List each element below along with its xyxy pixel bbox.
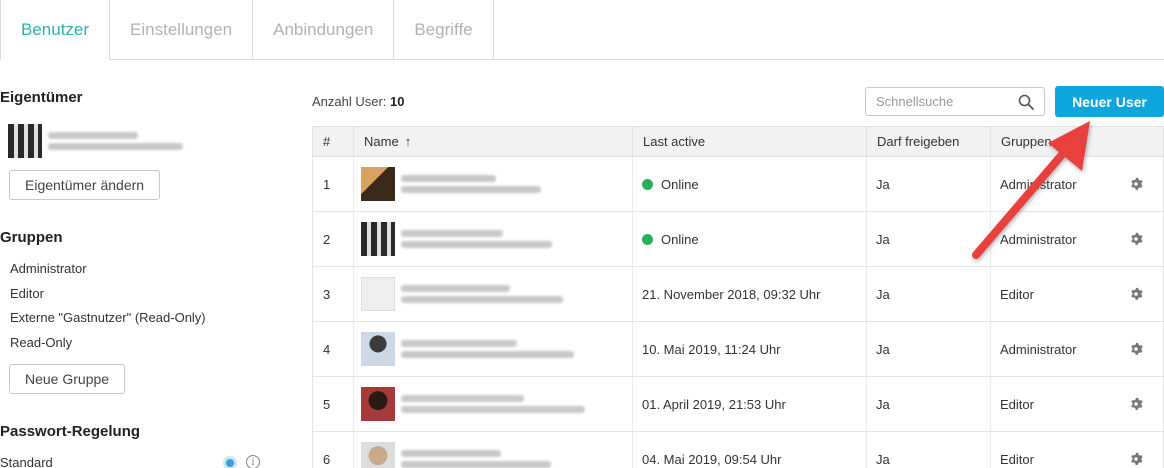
online-status-icon xyxy=(642,178,653,190)
sidebar: Eigentümer Eigentümer ändern Gruppen Adm… xyxy=(0,60,280,468)
user-cell[interactable] xyxy=(361,377,585,431)
user-details-blurred xyxy=(401,226,552,252)
last-active-cell: 01. April 2019, 21:53 Uhr xyxy=(642,377,786,431)
group-item-editor[interactable]: Editor xyxy=(10,286,44,301)
row-number: 6 xyxy=(323,451,331,467)
last-active-text: 21. November 2018, 09:32 Uhr xyxy=(642,286,821,302)
tab-anbindungen[interactable]: Anbindungen xyxy=(253,0,395,60)
user-cell[interactable] xyxy=(361,432,551,468)
user-avatar xyxy=(361,442,395,468)
user-cell[interactable] xyxy=(361,212,552,266)
table-row[interactable]: 5 01. April 2019, 21:53 Uhr Ja Editor xyxy=(312,377,1164,432)
group-item-administrator[interactable]: Administrator xyxy=(10,261,87,276)
users-table: # Name ↑ Last active Darf freigeben Grup… xyxy=(312,126,1164,468)
row-number: 5 xyxy=(323,396,331,412)
last-active-text: 04. Mai 2019, 09:54 Uhr xyxy=(642,451,782,467)
new-user-button[interactable]: Neuer User xyxy=(1055,86,1164,117)
group-item-read-only[interactable]: Read-Only xyxy=(10,335,72,350)
user-details-blurred xyxy=(401,336,574,362)
share-permission: Ja xyxy=(876,286,890,302)
last-active-text: Online xyxy=(661,176,699,192)
user-count-value: 10 xyxy=(390,94,405,109)
header-num: # xyxy=(313,127,354,156)
user-count: Anzahl User: 10 xyxy=(312,94,405,109)
change-owner-button[interactable]: Eigentümer ändern xyxy=(9,170,161,200)
gear-icon[interactable] xyxy=(1129,342,1143,356)
gear-icon[interactable] xyxy=(1129,232,1143,246)
header-share[interactable]: Darf freigeben xyxy=(867,127,991,156)
row-number: 1 xyxy=(323,176,331,192)
user-cell[interactable] xyxy=(361,322,574,376)
user-group: Editor xyxy=(1000,396,1034,412)
user-group: Administrator xyxy=(1000,176,1077,192)
row-number: 3 xyxy=(323,286,331,302)
user-group: Administrator xyxy=(1000,341,1077,357)
header-groups[interactable]: Gruppen xyxy=(991,127,1163,156)
user-avatar xyxy=(361,277,395,311)
share-permission: Ja xyxy=(876,341,890,357)
last-active-text: 10. Mai 2019, 11:24 Uhr xyxy=(642,341,781,357)
owner-title: Eigentümer xyxy=(0,89,83,106)
table-row[interactable]: 6 04. Mai 2019, 09:54 Uhr Ja Editor xyxy=(312,432,1164,468)
user-details-blurred xyxy=(401,391,585,417)
user-group: Administrator xyxy=(1000,231,1077,247)
last-active-cell: 21. November 2018, 09:32 Uhr xyxy=(642,267,821,321)
info-icon[interactable]: i xyxy=(246,455,260,468)
user-details-blurred xyxy=(401,446,551,468)
share-permission: Ja xyxy=(876,176,890,192)
last-active-text: 01. April 2019, 21:53 Uhr xyxy=(642,396,786,412)
tab-einstellungen[interactable]: Einstellungen xyxy=(110,0,254,60)
user-cell[interactable] xyxy=(361,157,541,211)
owner-avatar xyxy=(8,124,42,158)
user-cell[interactable] xyxy=(361,267,563,321)
table-row[interactable]: 3 21. November 2018, 09:32 Uhr Ja Editor xyxy=(312,267,1164,322)
user-avatar xyxy=(361,387,395,421)
user-group: Editor xyxy=(1000,286,1034,302)
row-number: 4 xyxy=(323,341,331,357)
tab-begriffe[interactable]: Begriffe xyxy=(394,0,494,60)
search-icon[interactable] xyxy=(1018,94,1034,110)
header-name-label: Name xyxy=(364,134,399,149)
row-number: 2 xyxy=(323,231,331,247)
tab-benutzer[interactable]: Benutzer xyxy=(0,0,111,60)
last-active-cell: Online xyxy=(642,212,699,266)
search-input[interactable] xyxy=(866,88,1006,115)
header-last-active[interactable]: Last active xyxy=(633,127,867,156)
gear-icon[interactable] xyxy=(1129,177,1143,191)
last-active-cell: Online xyxy=(642,157,699,211)
user-details-blurred xyxy=(401,281,563,307)
user-avatar xyxy=(361,167,395,201)
sort-ascending-icon[interactable]: ↑ xyxy=(405,134,412,149)
user-avatar xyxy=(361,222,395,256)
gear-icon[interactable] xyxy=(1129,287,1143,301)
table-header: # Name ↑ Last active Darf freigeben Grup… xyxy=(312,126,1164,157)
table-row[interactable]: 4 10. Mai 2019, 11:24 Uhr Ja Administrat… xyxy=(312,322,1164,377)
tab-bar: Benutzer Einstellungen Anbindungen Begri… xyxy=(0,0,1164,60)
table-row[interactable]: 1 Online Ja Administrator xyxy=(312,157,1164,212)
group-item-externe[interactable]: Externe "Gastnutzer" (Read-Only) xyxy=(10,310,206,325)
user-group: Editor xyxy=(1000,451,1034,467)
user-count-label: Anzahl User: xyxy=(312,94,387,109)
groups-title: Gruppen xyxy=(0,229,63,246)
online-status-icon xyxy=(642,233,653,245)
gear-icon[interactable] xyxy=(1129,397,1143,411)
password-policy-title: Passwort-Regelung xyxy=(0,423,141,440)
header-name[interactable]: Name ↑ xyxy=(354,127,633,156)
table-row[interactable]: 2 Online Ja Administrator xyxy=(312,212,1164,267)
last-active-cell: 04. Mai 2019, 09:54 Uhr xyxy=(642,432,781,468)
owner-info xyxy=(8,124,183,158)
search-box xyxy=(865,87,1045,116)
last-active-text: Online xyxy=(661,231,699,247)
last-active-cell: 10. Mai 2019, 11:24 Uhr xyxy=(642,322,781,376)
share-permission: Ja xyxy=(876,396,890,412)
share-permission: Ja xyxy=(876,231,890,247)
password-option-radio[interactable] xyxy=(223,456,237,468)
user-avatar xyxy=(361,332,395,366)
new-group-button[interactable]: Neue Gruppe xyxy=(9,364,126,394)
owner-details-blurred xyxy=(48,128,183,154)
gear-icon[interactable] xyxy=(1129,452,1143,466)
share-permission: Ja xyxy=(876,451,890,467)
user-details-blurred xyxy=(401,171,541,197)
